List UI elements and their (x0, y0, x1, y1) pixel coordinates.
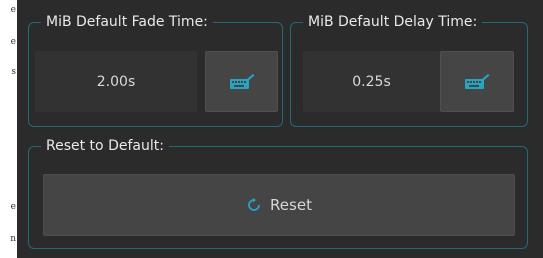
fade-time-title: MiB Default Fade Time: (41, 12, 213, 32)
fade-time-value[interactable]: 2.00s (35, 51, 197, 112)
background-letter: n (10, 234, 16, 244)
background-letter: e (10, 37, 16, 47)
delay-time-title: MiB Default Delay Time: (303, 12, 483, 32)
refresh-icon (246, 197, 262, 213)
settings-panel: MiB Default Fade Time: 2.00s MiB Default… (17, 0, 543, 258)
fade-time-keyboard-button[interactable] (205, 51, 278, 112)
fade-time-group: MiB Default Fade Time: 2.00s (28, 12, 283, 127)
delay-time-keyboard-button[interactable] (440, 51, 514, 112)
background-letter: e (10, 202, 16, 212)
reset-title: Reset to Default: (41, 136, 169, 156)
background-window-strip: e e s e n (0, 0, 17, 258)
delay-time-group: MiB Default Delay Time: 0.25s (290, 12, 528, 127)
delay-time-value[interactable]: 0.25s (303, 51, 440, 112)
keyboard-edit-icon (465, 73, 490, 89)
background-letter: e (10, 5, 16, 15)
reset-button-label: Reset (270, 196, 312, 214)
background-letter: s (11, 67, 16, 77)
reset-group: Reset to Default: Reset (28, 136, 528, 249)
reset-button[interactable]: Reset (43, 174, 515, 236)
keyboard-edit-icon (229, 73, 254, 89)
